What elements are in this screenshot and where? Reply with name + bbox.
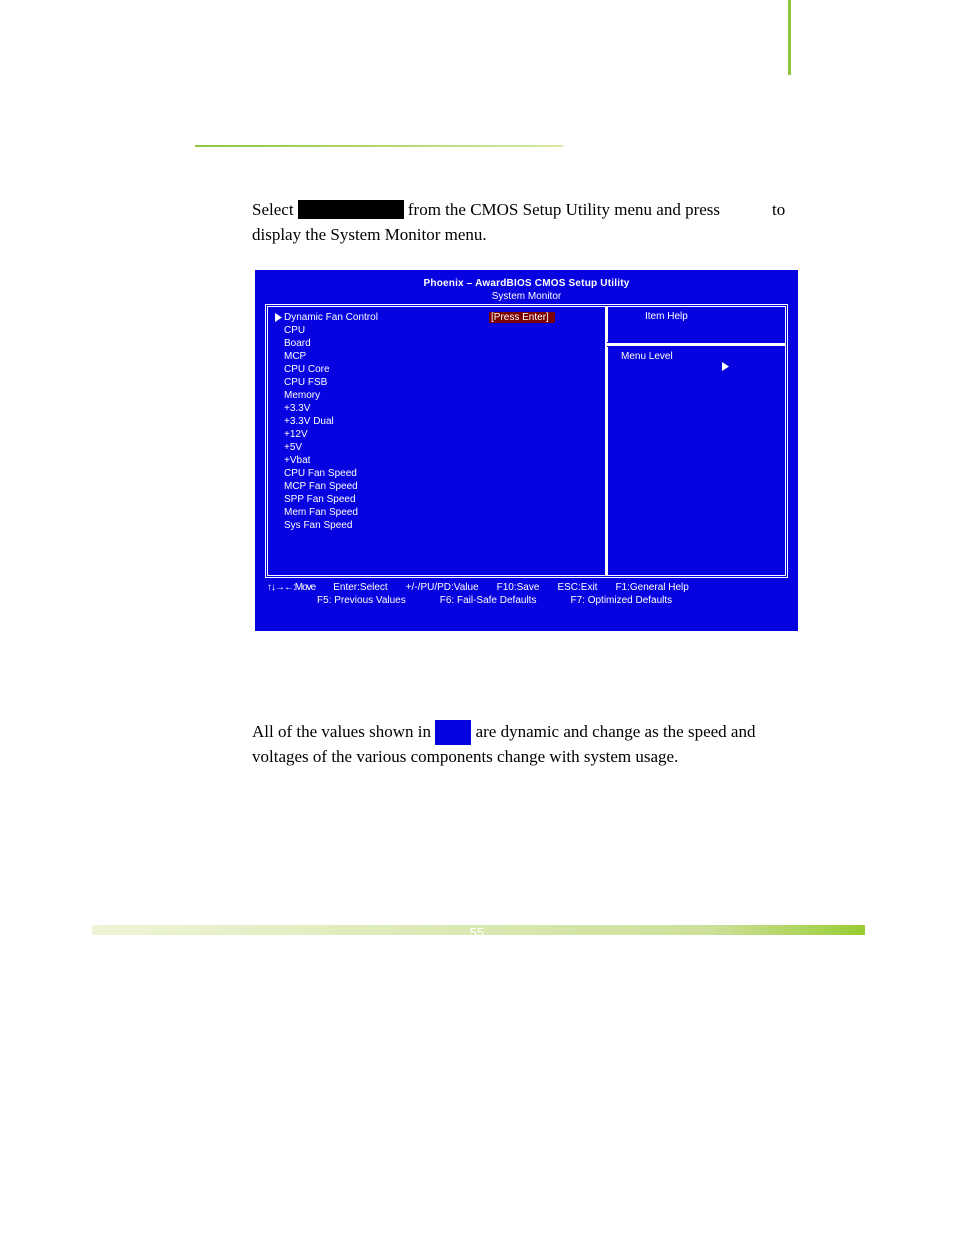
bios-item-value: 0 RPM bbox=[489, 507, 520, 518]
intro-paragraph: Select System Monitor from the CMOS Setu… bbox=[252, 198, 797, 247]
intro-menuitem: System Monitor bbox=[298, 200, 404, 219]
note-bluebox: Blue bbox=[435, 720, 471, 745]
bios-item-label: +3.3V bbox=[284, 403, 489, 414]
bios-item-value: 1.19V bbox=[489, 377, 515, 388]
bios-subtitle: System Monitor bbox=[255, 289, 798, 302]
bios-hsplit bbox=[607, 342, 785, 347]
bios-row: Board51ºC/ 124ºF bbox=[271, 337, 601, 350]
intro-key: Enter bbox=[724, 200, 767, 219]
bios-footer: ↑↓→←:Move Enter:Select +/-/PU/PD:Value F10:… bbox=[265, 581, 788, 621]
submenu-arrow-icon bbox=[275, 313, 284, 322]
bios-footer-item: Enter:Select bbox=[331, 581, 391, 594]
bios-item-label: Memory bbox=[284, 390, 489, 401]
bios-footer-row: F5: Previous Values F6: Fail-Safe Default… bbox=[265, 594, 788, 607]
bios-title: Phoenix – AwardBIOS CMOS Setup Utility bbox=[255, 270, 798, 289]
note-paragraph: All of the values shown in Blue are dyna… bbox=[252, 720, 797, 769]
bios-item-help-header: Item Help bbox=[613, 311, 779, 322]
item-help-title: Item Help bbox=[613, 311, 779, 322]
bios-left-pane: Dynamic Fan Control[Press Enter]CPU47ºC/… bbox=[271, 311, 601, 532]
bios-item-label: CPU bbox=[284, 325, 489, 336]
bios-row: MCP45ºC/ 113ºF bbox=[271, 350, 601, 363]
bios-item-label: Board bbox=[284, 338, 489, 349]
bios-item-label: MCP bbox=[284, 351, 489, 362]
bios-item-label: CPU Core bbox=[284, 364, 489, 375]
manual-page: System Monitor Menu Select System Monito… bbox=[0, 0, 954, 1235]
bios-item-label: +12V bbox=[284, 429, 489, 440]
bios-item-label: +5V bbox=[284, 442, 489, 453]
heading-rule bbox=[195, 145, 563, 147]
bios-item-label: Sys Fan Speed bbox=[284, 520, 489, 531]
section-heading: System Monitor Menu bbox=[195, 108, 421, 136]
bios-row: +3.3V Dual3/16V bbox=[271, 415, 601, 428]
bios-item-value: 3.16V bbox=[489, 403, 515, 414]
bios-item-value: 45ºC/ 113ºF bbox=[489, 351, 542, 362]
bios-footer-item: ↑↓→←:Move bbox=[265, 581, 319, 594]
page-number: 55 bbox=[0, 925, 954, 940]
bios-item-label: +3.3V Dual bbox=[284, 416, 489, 427]
figure-caption: Figure 14. System Monitor Menu bbox=[252, 650, 797, 664]
bios-row: Sys Fan Speed0 RPM bbox=[271, 519, 601, 532]
bios-item-value: 4.99V bbox=[489, 442, 515, 453]
bios-row: +5V4.99V bbox=[271, 441, 601, 454]
note-p1: All of the values shown in bbox=[252, 722, 435, 741]
bios-item-label: +Vbat bbox=[284, 455, 489, 466]
bios-item-value: 4891 RPM bbox=[489, 481, 536, 492]
bios-row: CPU Core1.28V bbox=[271, 363, 601, 376]
side-rule bbox=[788, 0, 791, 75]
bios-footer-item: F1:General Help bbox=[613, 581, 692, 594]
bios-row: MCP Fan Speed4891 RPM bbox=[271, 480, 601, 493]
bios-item-value: 3/16V bbox=[489, 416, 515, 427]
bios-item-value: 11.92V bbox=[489, 429, 520, 440]
bios-row: CPU47ºC/ 117ºF bbox=[271, 324, 601, 337]
bios-item-label: Mem Fan Speed bbox=[284, 507, 489, 518]
bios-footer-row: ↑↓→←:Move Enter:Select +/-/PU/PD:Value F10:… bbox=[265, 581, 788, 594]
bios-item-value: 0 RPM bbox=[489, 520, 520, 531]
bios-item-value: 1.28V bbox=[489, 364, 515, 375]
bios-item-value: [Press Enter] bbox=[489, 312, 555, 323]
bios-vsplit bbox=[604, 307, 609, 575]
bios-item-label: MCP Fan Speed bbox=[284, 481, 489, 492]
bios-row: Mem Fan Speed0 RPM bbox=[271, 506, 601, 519]
bios-footer-item: F10:Save bbox=[495, 581, 544, 594]
bios-footer-item: F7: Optimized Defaults bbox=[568, 594, 676, 607]
bios-row: SPP Fan Speed4406 RPM bbox=[271, 493, 601, 506]
intro-p1: Select bbox=[252, 200, 298, 219]
menu-level-arrow-icon bbox=[722, 362, 729, 374]
bios-row: Dynamic Fan Control[Press Enter] bbox=[271, 311, 601, 324]
bios-footer-item: ESC:Exit bbox=[555, 581, 601, 594]
bios-item-label: CPU Fan Speed bbox=[284, 468, 489, 479]
bios-row: +Vbat3.00V bbox=[271, 454, 601, 467]
bios-item-label: Dynamic Fan Control bbox=[284, 312, 489, 323]
bios-item-value: 4406 RPM bbox=[489, 494, 536, 505]
bios-row: Memory1.81V bbox=[271, 389, 601, 402]
bios-footer-item: +/-/PU/PD:Value bbox=[404, 581, 483, 594]
bios-item-value: 3.00V bbox=[489, 455, 515, 466]
bios-row: +3.3V3.16V bbox=[271, 402, 601, 415]
bios-item-label: SPP Fan Speed bbox=[284, 494, 489, 505]
intro-p2: from the CMOS Setup Utility menu and pre… bbox=[404, 200, 725, 219]
bios-screenshot: Phoenix – AwardBIOS CMOS Setup Utility S… bbox=[255, 270, 798, 631]
help-menu-level: Menu Level bbox=[613, 351, 779, 362]
bios-row: CPU FSB1.19V bbox=[271, 376, 601, 389]
bios-item-value: 1.81V bbox=[489, 390, 515, 401]
bios-item-label: CPU FSB bbox=[284, 377, 489, 388]
bios-item-value: 4272 RPM bbox=[489, 468, 536, 479]
bios-footer-item: F5: Previous Values bbox=[315, 594, 410, 607]
bios-item-value: 47ºC/ 117ºF bbox=[489, 325, 542, 336]
bios-row: CPU Fan Speed4272 RPM bbox=[271, 467, 601, 480]
bios-frame: Dynamic Fan Control[Press Enter]CPU47ºC/… bbox=[265, 304, 788, 578]
bios-help-pane: Menu Level bbox=[613, 351, 779, 362]
bios-row: +12V11.92V bbox=[271, 428, 601, 441]
bios-item-value: 51ºC/ 124ºF bbox=[489, 338, 543, 349]
bios-footer-item: F6: Fail-Safe Defaults bbox=[438, 594, 541, 607]
